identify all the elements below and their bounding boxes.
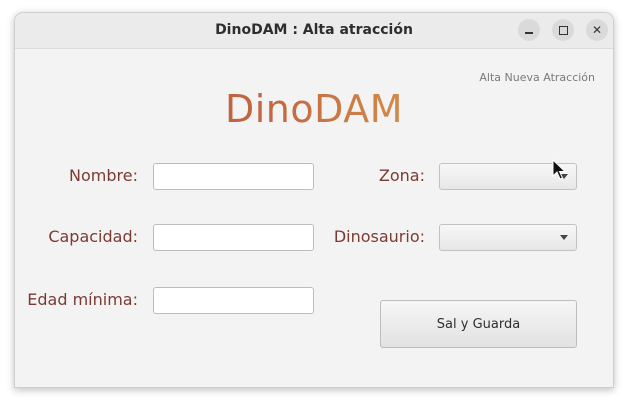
title-bar[interactable]: DinoDAM : Alta atracción ✕ xyxy=(15,13,613,49)
dinosaurio-label: Dinosaurio: xyxy=(333,227,425,246)
minimize-icon xyxy=(525,32,533,34)
minimize-button[interactable] xyxy=(518,19,540,41)
nombre-input[interactable] xyxy=(153,163,314,190)
save-button[interactable]: Sal y Guarda xyxy=(380,300,577,348)
maximize-button[interactable] xyxy=(552,19,574,41)
zona-label: Zona: xyxy=(378,166,425,185)
app-window: DinoDAM : Alta atracción ✕ Alta Nueva At… xyxy=(14,12,614,388)
capacidad-label: Capacidad: xyxy=(48,227,138,246)
app-logo: DinoDAM xyxy=(15,87,613,131)
mouse-cursor-icon xyxy=(552,159,566,180)
edad-minima-input[interactable] xyxy=(153,287,314,314)
dinosaurio-select[interactable] xyxy=(439,224,577,251)
close-button[interactable]: ✕ xyxy=(586,19,608,41)
page-subtitle: Alta Nueva Atracción xyxy=(479,71,595,84)
maximize-icon xyxy=(558,25,568,35)
nombre-label: Nombre: xyxy=(69,166,138,185)
close-icon: ✕ xyxy=(591,23,603,37)
capacidad-input[interactable] xyxy=(153,224,314,251)
chevron-down-icon xyxy=(560,235,568,240)
edad-minima-label: Edad mínima: xyxy=(27,290,138,309)
